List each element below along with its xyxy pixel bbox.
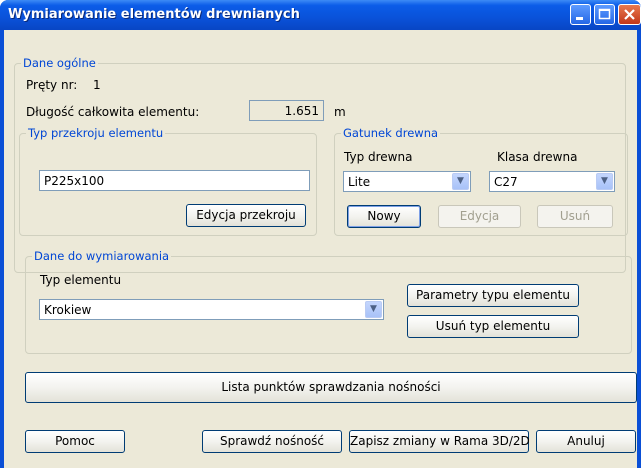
length-field: 1.651 [249, 100, 324, 121]
window-title: Wymiarowanie elementów drewnianych [8, 7, 300, 22]
dialog-body: Dane ogólne Pręty nr: 1 Długość całkowit… [4, 30, 637, 468]
wood-class-label: Klasa drewna [497, 150, 578, 164]
minimize-button[interactable] [570, 4, 591, 25]
wood-class-select[interactable]: C27 ▼ [489, 171, 615, 192]
wood-type-value: Lite [348, 175, 371, 189]
delete-wood-button[interactable]: Usuń [537, 205, 613, 228]
edit-section-button[interactable]: Edycja przekroju [186, 204, 306, 227]
title-bar[interactable]: Wymiarowanie elementów drewnianych [0, 0, 641, 30]
wood-type-select[interactable]: Lite ▼ [343, 171, 471, 192]
check-points-list-button[interactable]: Lista punktów sprawdzania nośności [25, 372, 637, 403]
element-type-params-button[interactable]: Parametry typu elementu [407, 284, 579, 307]
maximize-icon [598, 8, 611, 20]
wood-class-value: C27 [494, 175, 518, 189]
chevron-down-icon[interactable]: ▼ [365, 301, 382, 318]
bars-label: Pręty nr: [26, 78, 78, 92]
chevron-down-icon[interactable]: ▼ [452, 173, 469, 190]
length-unit: m [334, 105, 346, 119]
cancel-button[interactable]: Anuluj [536, 430, 636, 453]
help-button[interactable]: Pomoc [25, 430, 125, 453]
wood-type-label: Typ drewna [344, 150, 413, 164]
close-button[interactable] [618, 4, 641, 25]
delete-element-type-button[interactable]: Usuń typ elementu [407, 315, 579, 338]
new-wood-button[interactable]: Nowy [347, 205, 421, 228]
bars-value: 1 [93, 78, 101, 92]
design-legend: Dane do wymiarowania [32, 249, 172, 263]
wood-legend: Gatunek drewna [341, 126, 441, 140]
element-type-label: Typ elementu [40, 273, 122, 287]
dialog-window: Wymiarowanie elementów drewnianych Dane … [0, 0, 641, 468]
chevron-down-icon[interactable]: ▼ [596, 173, 613, 190]
element-type-value: Krokiew [44, 303, 92, 317]
general-legend: Dane ogólne [21, 56, 98, 70]
length-label: Długość całkowita elementu: [26, 105, 200, 119]
check-capacity-button[interactable]: Sprawdź nośność [202, 430, 342, 453]
minimize-icon [576, 17, 583, 20]
save-changes-button[interactable]: Zapisz zmiany w Rama 3D/2D [349, 430, 530, 453]
section-legend: Typ przekroju elementu [26, 126, 166, 140]
maximize-button[interactable] [594, 4, 615, 25]
edit-wood-button[interactable]: Edycja [438, 205, 521, 228]
section-field[interactable]: P225x100 [39, 170, 310, 191]
element-type-select[interactable]: Krokiew ▼ [39, 299, 384, 320]
close-icon [624, 9, 635, 20]
